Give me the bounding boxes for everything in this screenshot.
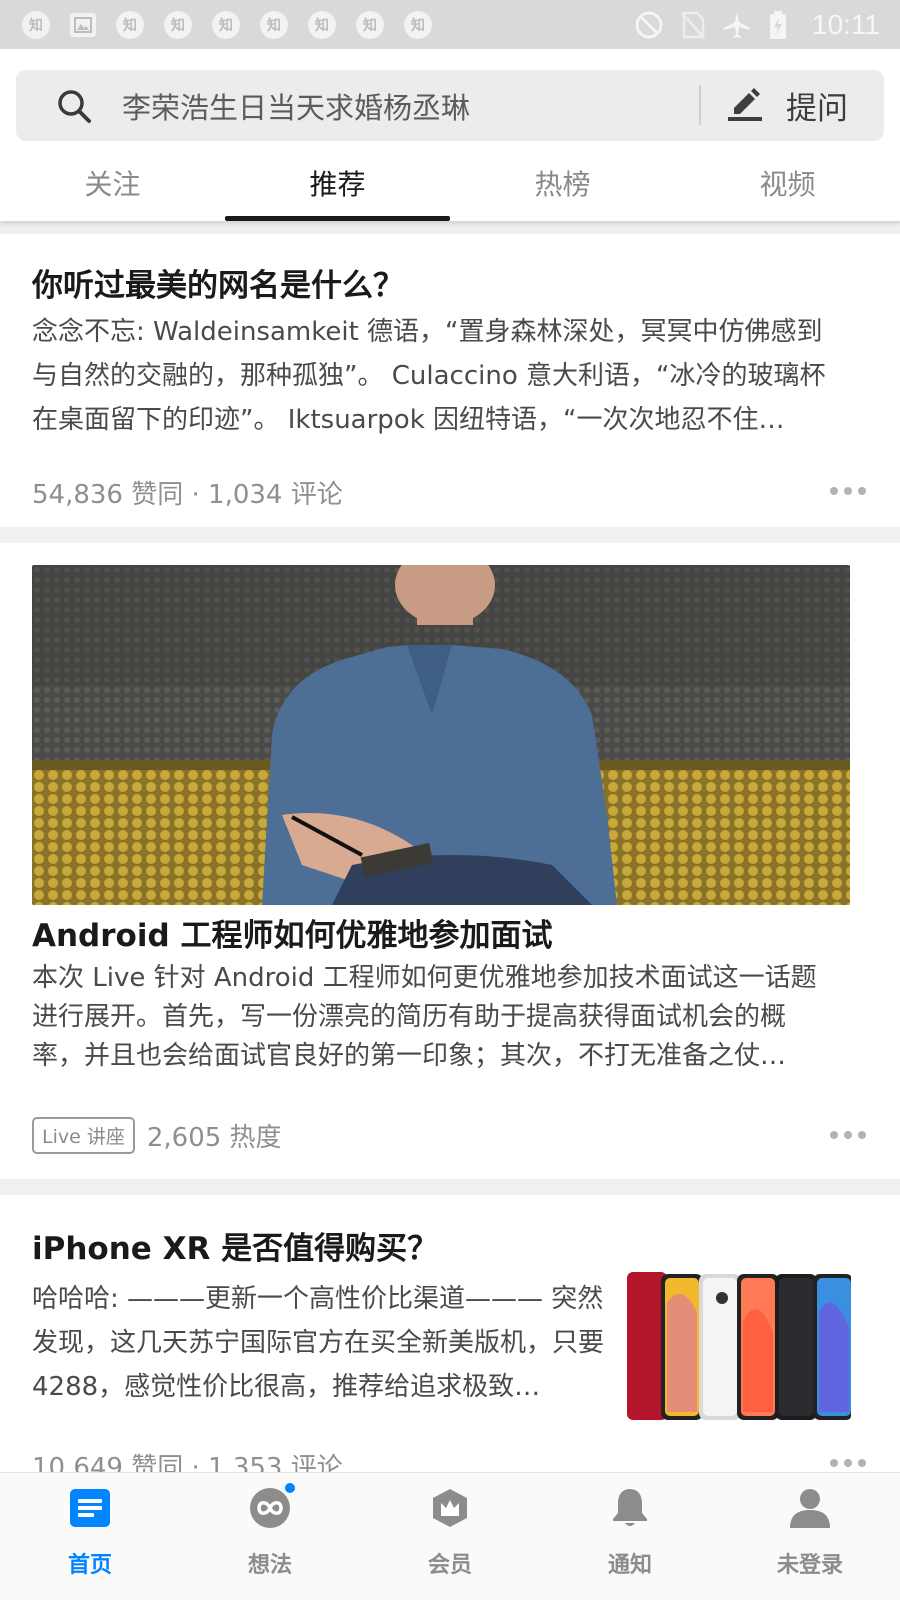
ask-question-label: 提问 [786,91,848,127]
user-icon [789,1487,831,1529]
card-title[interactable]: iPhone XR 是否值得购买？ [32,1223,438,1268]
zhihu-notification-icon: 知 [404,10,432,39]
status-bar: 知 知 知 知 知 知 知 知 10:11 [0,0,900,49]
more-dot [858,1131,866,1139]
more-options-button[interactable] [830,1453,866,1473]
search-icon [54,86,94,126]
zhihu-notification-icon: 知 [212,10,240,39]
nav-notifications[interactable]: 通知 [540,1473,720,1600]
zhihu-notification-icon: 知 [116,10,144,39]
search-divider [699,85,701,125]
card-title[interactable]: Android 工程师如何优雅地参加面试 [32,910,552,955]
feed-card[interactable]: iPhone XR 是否值得购买？ 哈哈哈: ———更新一个高性价比渠道——— … [0,1195,900,1501]
more-dot [844,1459,852,1467]
card-stats: 54,836 赞同 · 1,034 评论 [32,480,343,510]
tab-hot-list[interactable]: 热榜 [450,145,675,221]
feed-card[interactable]: Android 工程师如何优雅地参加面试 本次 Live 针对 Android … [0,543,900,1179]
card-meta: 54,836 赞同 · 1,034 评论 [32,474,343,511]
more-options-button[interactable] [830,1125,866,1145]
tab-recommend[interactable]: 推荐 [225,145,450,221]
battery-charging-icon [768,10,788,40]
nav-label: 通知 [607,1553,652,1578]
card-thumbnail[interactable] [627,1272,851,1420]
more-dot [830,1459,838,1467]
card-cover-image[interactable] [32,565,850,905]
bottom-navigation: 首页 想法 会员 通知 未登录 [0,1472,900,1600]
zhihu-notification-icon: 知 [308,10,336,39]
vip-crown-icon [429,1487,471,1529]
search-input[interactable]: 李荣浩生日当天求婚杨丞琳 [122,85,470,127]
tab-video[interactable]: 视频 [675,145,900,221]
nav-label: 未登录 [776,1553,843,1578]
zhihu-notification-icon: 知 [260,10,288,39]
more-dot [858,1459,866,1467]
nav-label: 首页 [67,1553,112,1578]
notification-dot [285,1483,295,1493]
ideas-icon [249,1483,295,1529]
card-stats: 2,605 热度 [146,1123,282,1153]
more-dot [844,1131,852,1139]
more-options-button[interactable] [830,481,866,501]
zhihu-notification-icon: 知 [356,10,384,39]
pencil-icon [726,86,764,126]
nav-vip[interactable]: 会员 [360,1473,540,1600]
live-badge: Live 讲座 [32,1117,135,1154]
notification-icons: 知 知 知 知 知 知 知 知 [22,10,432,39]
card-excerpt[interactable]: 本次 Live 针对 Android 工程师如何更优雅地参加技术面试这一话题进行… [32,959,837,1076]
zhihu-notification-icon: 知 [164,10,192,39]
more-dot [830,487,838,495]
bell-icon [609,1487,651,1529]
feed-card[interactable]: 你听过最美的网名是什么？ 念念不忘: Waldeinsamkeit 德语，“置身… [0,234,900,527]
nav-label: 会员 [427,1553,472,1578]
card-meta: Live 讲座 2,605 热度 [32,1117,282,1154]
home-icon [69,1487,111,1529]
nav-ideas[interactable]: 想法 [180,1473,360,1600]
card-title[interactable]: 你听过最美的网名是什么？ [32,260,404,305]
no-sim-icon [680,10,706,40]
more-dot [830,1131,838,1139]
system-icons: 10:11 [634,9,880,41]
card-excerpt[interactable]: 哈哈哈: ———更新一个高性价比渠道——— 突然发现，这几天苏宁国际官方在买全新… [32,1277,612,1409]
image-notification-icon [70,12,96,37]
more-dot [844,487,852,495]
tab-follow[interactable]: 关注 [0,145,225,221]
do-not-disturb-icon [634,10,664,40]
ask-question-button[interactable]: 提问 [726,70,876,141]
more-dot [858,487,866,495]
nav-label: 想法 [247,1553,292,1578]
card-excerpt[interactable]: 念念不忘: Waldeinsamkeit 德语，“置身森林深处，冥冥中仿佛感到与… [32,310,837,442]
nav-home[interactable]: 首页 [0,1473,180,1600]
nav-profile[interactable]: 未登录 [720,1473,900,1600]
clock: 10:11 [812,8,880,40]
airplane-mode-icon [722,10,752,40]
search-bar[interactable]: 李荣浩生日当天求婚杨丞琳 提问 [16,70,884,141]
zhihu-notification-icon: 知 [22,10,50,39]
feed-list: 你听过最美的网名是什么？ 念念不忘: Waldeinsamkeit 德语，“置身… [0,221,900,1501]
feed-tabs: 关注 推荐 热榜 视频 [0,145,900,221]
